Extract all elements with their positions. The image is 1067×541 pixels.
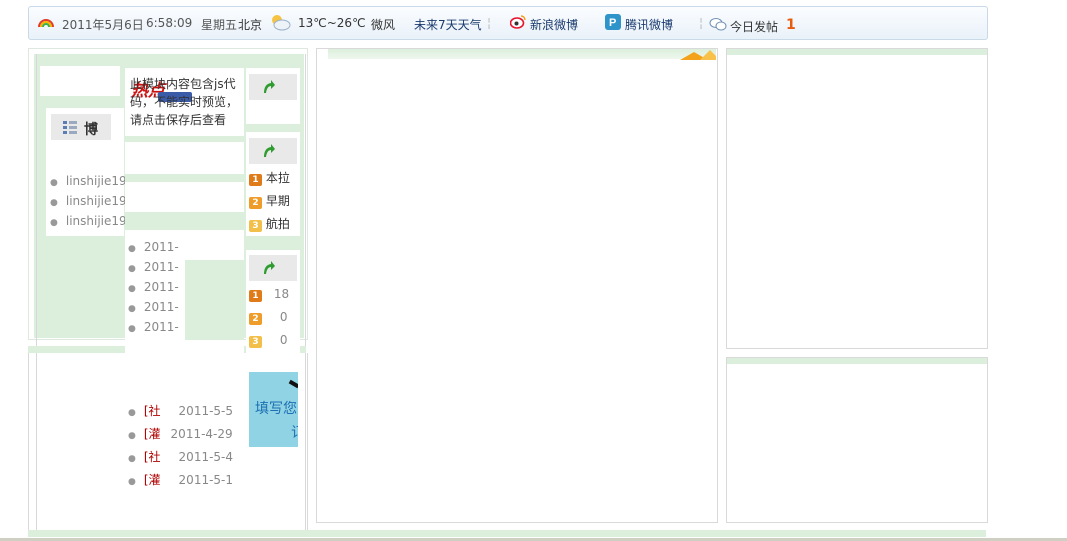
stripe — [246, 236, 304, 250]
tencent-weibo-icon[interactable]: P — [605, 14, 621, 33]
center-panel — [316, 48, 718, 523]
right-bottom-panel — [726, 357, 988, 523]
center-panel-corner-decoration — [680, 49, 716, 60]
temperature-text: 13℃~26℃ — [298, 16, 366, 30]
svg-text:P: P — [609, 17, 616, 29]
js-notice-line: 请点击保存后查看 — [130, 113, 227, 127]
list-item[interactable]: ● linshijie19 — [50, 214, 127, 228]
ranking-count-item[interactable]: 1 18 — [249, 287, 289, 302]
center-panel-header — [328, 49, 716, 59]
stripe — [125, 174, 244, 182]
list-item[interactable]: ● 2011- — [128, 280, 179, 294]
right-bottom-panel-header — [727, 358, 987, 364]
list-item[interactable]: ● 2011- — [128, 260, 179, 274]
list-item[interactable]: ● 2011- — [128, 320, 179, 334]
ranking-count-item[interactable]: 3 0 — [249, 333, 287, 348]
sina-weibo-icon[interactable] — [509, 14, 526, 32]
js-notice-line: 此模块内容包含js代 — [130, 77, 236, 91]
ranking-item[interactable]: 1 本拉 — [249, 169, 290, 186]
separator-dot: ¦ — [487, 16, 492, 30]
rank-2-badge: 2 — [249, 313, 262, 325]
top-info-bar: 2011年5月6日 6:58:09 星期五 北京 13℃~26℃ 微风 未来7天… — [28, 6, 988, 40]
wind-text: 微风 — [371, 18, 396, 32]
green-arrow-icon — [264, 261, 275, 274]
rank-1-badge: 1 — [249, 174, 262, 186]
left-top-white-block — [40, 66, 120, 96]
right-top-panel — [726, 48, 988, 349]
today-posts-label: 今日发帖 — [730, 20, 779, 34]
rainbow-icon — [37, 14, 55, 31]
stripe — [246, 124, 304, 132]
ranking-item[interactable]: 3 航拍 — [249, 215, 290, 232]
refresh-button[interactable] — [249, 255, 297, 281]
stripe — [125, 136, 244, 142]
stripe — [125, 212, 244, 230]
refresh-button[interactable] — [249, 138, 297, 164]
weather-cloud-icon — [269, 13, 291, 34]
today-posts-count: 1 — [786, 17, 796, 33]
green-arrow-icon — [264, 144, 275, 157]
city-text: 北京 — [238, 18, 263, 32]
blog-tab-label: 博 — [84, 122, 98, 138]
refresh-button[interactable] — [249, 74, 297, 100]
stripe — [185, 260, 244, 340]
rank-3-badge: 3 — [249, 220, 262, 232]
bottom-divider-stripe — [28, 530, 986, 537]
sina-weibo-link[interactable]: 新浪微博 — [530, 16, 578, 33]
list-item[interactable]: ● linshijie19 — [50, 174, 127, 188]
rank-1-badge: 1 — [249, 290, 262, 302]
rank-2-badge: 2 — [249, 197, 262, 209]
list-item[interactable]: ● linshijie19 — [50, 194, 127, 208]
ranking-count-item[interactable]: 2 0 — [249, 310, 287, 325]
weekday-text: 星期五 — [201, 18, 238, 32]
chat-bubble-icon — [709, 17, 727, 35]
right-top-panel-header — [727, 49, 987, 55]
list-item[interactable]: ● 2011- — [128, 300, 179, 314]
list-item[interactable]: ● 2011- — [128, 240, 179, 254]
time-text: 6:58:09 — [146, 16, 193, 30]
ranking-item[interactable]: 2 早期 — [249, 192, 290, 209]
left-lower-panel — [28, 353, 308, 536]
forecast-link[interactable]: 未来7天天气 — [414, 16, 482, 33]
js-notice-line: 码，不能实时预览， — [130, 95, 239, 109]
rank-3-badge: 3 — [249, 336, 262, 348]
tencent-weibo-link[interactable]: 腾讯微博 — [625, 16, 673, 33]
separator-dot: ¦ — [699, 16, 704, 30]
green-arrow-icon — [264, 80, 275, 93]
blog-tab[interactable]: 博 — [51, 114, 111, 140]
list-icon — [63, 121, 77, 137]
date-text: 2011年5月6日 — [62, 18, 144, 32]
